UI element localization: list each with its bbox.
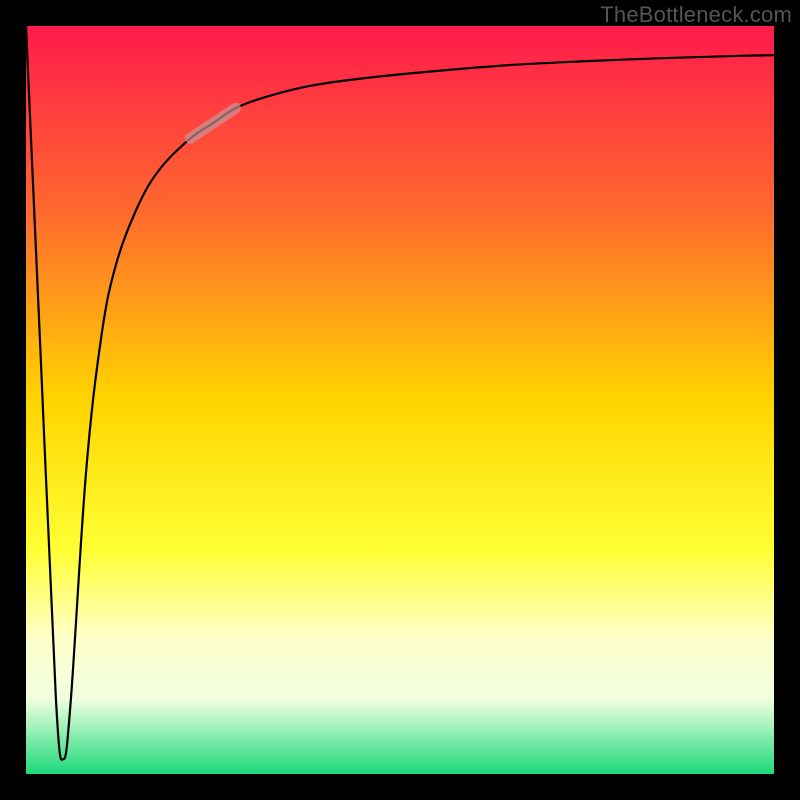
plot-area bbox=[26, 26, 774, 774]
plot-background bbox=[26, 26, 774, 774]
chart-svg bbox=[0, 0, 800, 800]
watermark-label: TheBottleneck.com bbox=[600, 2, 792, 28]
chart-container: TheBottleneck.com bbox=[0, 0, 800, 800]
